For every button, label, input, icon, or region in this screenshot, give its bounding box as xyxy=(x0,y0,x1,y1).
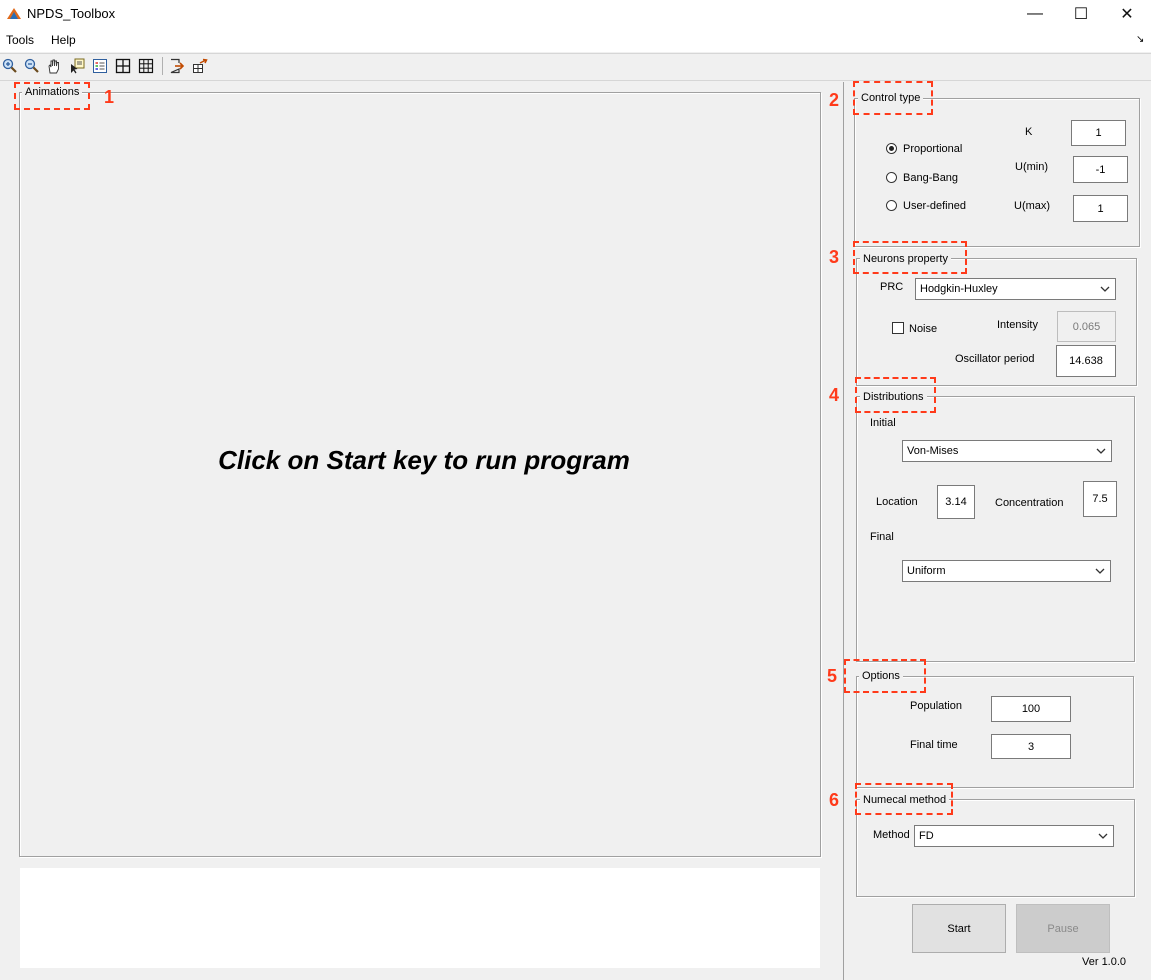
annotation-number-6: 6 xyxy=(829,790,840,810)
radio-bang-bang[interactable] xyxy=(886,172,897,183)
menu-help[interactable]: Help xyxy=(51,33,76,47)
k-label: K xyxy=(1025,126,1033,138)
annotation-box-1 xyxy=(14,82,90,110)
chevron-down-icon xyxy=(1093,561,1107,581)
menu-tools[interactable]: Tools xyxy=(6,33,34,47)
radio-user-defined[interactable] xyxy=(886,200,897,211)
intensity-input: 0.065 xyxy=(1057,311,1116,342)
location-input[interactable]: 3.14 xyxy=(937,485,975,519)
zoom-out-icon[interactable] xyxy=(23,57,41,75)
data-cursor-icon[interactable] xyxy=(68,57,86,75)
pan-hand-icon[interactable] xyxy=(45,57,63,75)
menu-bar xyxy=(0,28,1151,52)
annotation-box-6 xyxy=(855,783,953,815)
maximize-button[interactable]: ☐ xyxy=(1058,0,1104,28)
initial-label: Initial xyxy=(870,417,896,429)
umax-input[interactable]: 1 xyxy=(1073,195,1128,222)
umin-input[interactable]: -1 xyxy=(1073,156,1128,183)
final-label: Final xyxy=(870,531,894,543)
population-label: Population xyxy=(910,700,962,712)
concentration-label: Concentration xyxy=(995,497,1064,509)
umin-label: U(min) xyxy=(1015,161,1048,173)
final-distribution-dropdown[interactable]: Uniform xyxy=(902,560,1111,582)
insert-legend-icon[interactable] xyxy=(91,57,109,75)
start-button[interactable]: Start xyxy=(912,904,1006,953)
annotation-number-3: 3 xyxy=(829,247,840,267)
distributions-panel xyxy=(856,396,1135,662)
radio-bang-bang-label: Bang-Bang xyxy=(903,172,959,184)
oscillator-period-label: Oscillator period xyxy=(955,353,1035,365)
prc-dropdown-value: Hodgkin-Huxley xyxy=(920,283,998,295)
initial-distribution-value: Von-Mises xyxy=(907,445,959,457)
close-button[interactable]: ✕ xyxy=(1104,0,1150,28)
final-distribution-value: Uniform xyxy=(907,565,946,577)
chevron-down-icon xyxy=(1096,826,1110,846)
zoom-in-icon[interactable] xyxy=(1,57,19,75)
noise-checkbox[interactable] xyxy=(892,322,904,334)
initial-distribution-dropdown[interactable]: Von-Mises xyxy=(902,440,1112,462)
noise-label: Noise xyxy=(909,323,938,335)
export-icon[interactable] xyxy=(168,57,186,75)
start-instruction-message: Click on Start key to run program xyxy=(218,445,630,475)
method-dropdown[interactable]: FD xyxy=(914,825,1114,847)
umax-label: U(max) xyxy=(1014,200,1051,212)
fine-grid-icon[interactable] xyxy=(137,57,155,75)
toolbar-separator xyxy=(162,57,163,75)
output-text-area xyxy=(20,868,820,968)
version-label: Ver 1.0.0 xyxy=(1082,956,1127,968)
chevron-down-icon xyxy=(1094,441,1108,461)
annotation-box-4 xyxy=(855,377,936,413)
dock-figure-icon[interactable] xyxy=(191,57,209,75)
prc-label: PRC xyxy=(880,281,904,293)
column-divider xyxy=(843,82,844,980)
window-title: NPDS_Toolbox xyxy=(27,6,116,21)
final-time-input[interactable]: 3 xyxy=(991,734,1071,759)
radio-selected-dot xyxy=(889,146,894,151)
annotation-box-3 xyxy=(853,241,967,274)
title-bar xyxy=(0,0,1151,28)
annotation-number-4: 4 xyxy=(829,385,840,405)
concentration-input[interactable]: 7.5 xyxy=(1083,481,1117,517)
method-label: Method xyxy=(873,829,910,841)
method-dropdown-value: FD xyxy=(919,830,934,842)
minimize-button[interactable]: — xyxy=(1012,0,1058,28)
radio-user-defined-label: User-defined xyxy=(903,200,966,212)
prc-dropdown[interactable]: Hodgkin-Huxley xyxy=(915,278,1116,300)
chevron-down-icon xyxy=(1098,279,1112,299)
location-label: Location xyxy=(876,496,918,508)
oscillator-period-input[interactable]: 14.638 xyxy=(1056,345,1116,377)
grid-icon[interactable] xyxy=(114,57,132,75)
annotation-number-2: 2 xyxy=(829,90,840,110)
population-input[interactable]: 100 xyxy=(991,696,1071,722)
dock-arrow-icon[interactable]: ↘ xyxy=(1136,34,1144,45)
intensity-label: Intensity xyxy=(997,319,1038,331)
pause-button[interactable]: Pause xyxy=(1016,904,1110,953)
final-time-label: Final time xyxy=(910,739,958,751)
annotation-number-1: 1 xyxy=(104,87,115,107)
radio-proportional-label: Proportional xyxy=(903,143,963,155)
radio-proportional[interactable] xyxy=(886,143,897,154)
matlab-app-icon xyxy=(6,5,22,21)
annotation-number-5: 5 xyxy=(827,666,838,686)
k-input[interactable]: 1 xyxy=(1071,120,1126,146)
annotation-box-2 xyxy=(853,81,933,115)
annotation-box-5 xyxy=(844,659,926,693)
